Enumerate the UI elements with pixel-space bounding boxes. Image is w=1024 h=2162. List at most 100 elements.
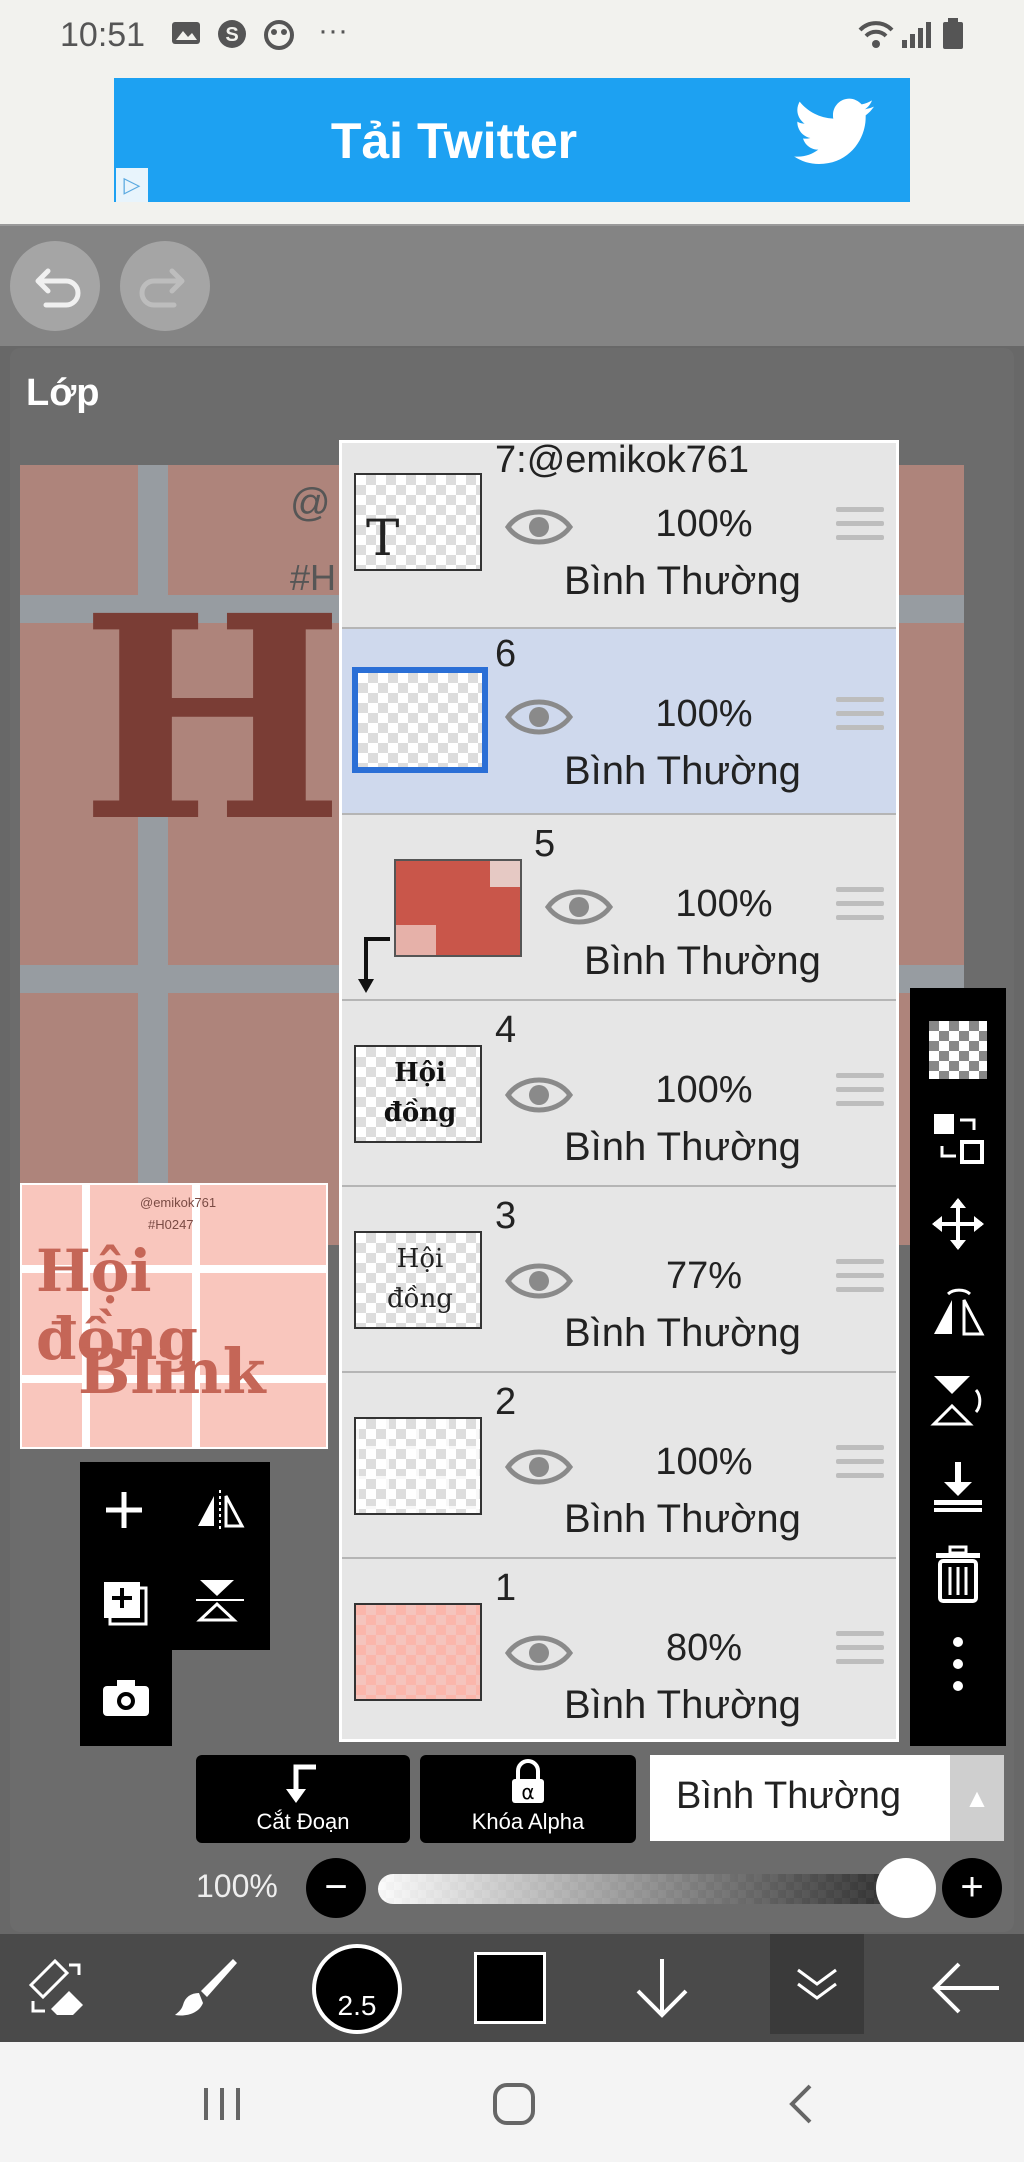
blend-mode-value: Bình Thường [676,1775,902,1817]
left-tools [80,1462,270,1650]
left-tools-camera [80,1650,172,1746]
camera-icon[interactable] [86,1658,166,1738]
layer-row-1[interactable]: 1 80% Bình Thường [342,1559,896,1739]
layer-opacity: 100% [655,503,753,545]
signal-icon [900,18,932,58]
layer-opacity: 100% [655,1069,753,1111]
layer-opacity: 100% [675,883,773,925]
layer-blend-mode: Bình Thường [564,1683,801,1727]
layers-list: T 7:@emikok761 100% Bình Thường 6 100% B… [339,440,899,1742]
image-notification-icon [170,18,202,56]
drag-handle-icon[interactable] [836,1259,884,1299]
layer-thumbnail [354,1603,482,1701]
visibility-eye-icon[interactable] [504,1073,574,1117]
layer-thumbnail: Hội đồng Blink [354,1231,482,1329]
alpha-lock-button[interactable]: α Khóa Alpha [420,1755,636,1843]
skype-notification-icon: S [216,18,248,58]
opacity-plus-button[interactable]: + [942,1858,1002,1918]
clipping-arrow-icon [358,937,390,993]
twitter-ad-banner[interactable]: Tải Twitter ▷ [114,78,910,202]
layer-row-5[interactable]: 5 100% Bình Thường [342,815,896,1001]
drag-handle-icon[interactable] [836,697,884,737]
visibility-eye-icon[interactable] [504,505,574,549]
flip-horizontal-button[interactable] [180,1470,260,1550]
thumb-title-line2: Blink [78,1335,266,1408]
brush-size-indicator[interactable]: 2.5 [312,1944,402,2034]
canvas-handle-text: @ [290,481,331,525]
brush-icon[interactable] [166,1948,246,2028]
layer-number: 7:@emikok761 [495,440,750,481]
layer-row-4[interactable]: Hội đồng Blink 4 100% Bình Thường [342,1001,896,1187]
status-time: 10:51 [60,16,146,54]
color-swatch[interactable] [474,1952,546,2024]
ad-container: Tải Twitter ▷ [0,78,1024,226]
layer-row-6[interactable]: 6 100% Bình Thường [342,629,896,815]
move-icon[interactable] [922,1188,994,1260]
ad-text: Tải Twitter [330,113,578,169]
opacity-slider[interactable] [378,1874,918,1904]
visibility-eye-icon[interactable] [504,1259,574,1303]
flip-vertical-icon[interactable] [922,1364,994,1436]
transparency-checker-icon[interactable] [922,1014,994,1086]
home-icon[interactable] [492,2082,536,2131]
clipping-icon [286,1764,316,1803]
layer-menu-button[interactable] [770,1934,864,2034]
drag-handle-icon[interactable] [836,507,884,547]
layer-number: 1 [495,1567,517,1609]
clipping-button[interactable]: Cắt Đoạn [196,1755,410,1843]
opacity-slider-knob[interactable] [876,1858,936,1918]
svg-text:S: S [225,24,238,46]
twitter-bird-icon [794,96,874,173]
undo-button[interactable] [10,241,100,331]
flip-vertical-button[interactable] [180,1562,260,1642]
visibility-eye-icon[interactable] [504,1445,574,1489]
trash-icon[interactable] [922,1538,994,1610]
panel-title: Lớp [26,372,100,414]
add-layer-button[interactable] [84,1470,164,1550]
more-options-icon[interactable] [922,1628,994,1700]
clipping-label: Cắt Đoạn [256,1809,350,1834]
blend-mode-select[interactable]: Bình Thường ▲ [650,1755,1004,1841]
adchoices-icon[interactable]: ▷ [116,168,148,202]
back-arrow-icon[interactable] [926,1948,1006,2028]
flip-horizontal-icon[interactable] [922,1276,994,1348]
battery-icon [942,18,964,58]
top-header [0,226,1024,346]
thumb-hashtag: #H0247 [148,1217,194,1232]
drag-handle-icon[interactable] [836,887,884,927]
layer-blend-mode: Bình Thường [564,559,801,603]
app-notification-icon [262,18,296,58]
swap-layer-icon[interactable] [922,1102,994,1174]
drag-handle-icon[interactable] [836,1631,884,1671]
wifi-icon [856,18,896,58]
opacity-minus-button[interactable]: − [306,1858,366,1918]
layer-opacity: 100% [655,1441,753,1483]
arrow-down-icon[interactable] [622,1948,702,2028]
svg-text:α: α [521,1780,534,1804]
more-notifications-icon: ··· [318,14,348,47]
alpha-lock-label: Khóa Alpha [471,1809,585,1834]
layer-row-7[interactable]: T 7:@emikok761 100% Bình Thường [342,443,896,629]
layer-opacity: 80% [665,1627,743,1669]
lock-icon: α [512,1759,544,1804]
layer-opacity: 100% [655,693,753,735]
back-icon[interactable] [786,2082,816,2131]
layer-blend-mode: Bình Thường [564,749,801,793]
layer-blend-mode: Bình Thường [564,1497,801,1541]
layer-row-2[interactable]: 2 100% Bình Thường [342,1373,896,1559]
layer-row-3[interactable]: Hội đồng Blink 3 77% Bình Thường [342,1187,896,1373]
layer-thumbnail: Hội đồng Blink [354,1045,482,1143]
visibility-eye-icon[interactable] [504,1631,574,1675]
merge-down-icon[interactable] [922,1450,994,1522]
layer-number: 5 [534,823,556,865]
add-layer-from-image-button[interactable] [84,1562,164,1642]
drag-handle-icon[interactable] [836,1445,884,1485]
recent-apps-icon[interactable] [198,2084,248,2129]
drag-handle-icon[interactable] [836,1073,884,1113]
visibility-eye-icon[interactable] [544,885,614,929]
canvas-thumbnail[interactable]: @emikok761 #H0247 Hội đồng Blink [20,1183,328,1449]
opacity-label: 100% [196,1868,278,1904]
visibility-eye-icon[interactable] [504,695,574,739]
eraser-toggle-icon[interactable] [18,1948,98,2028]
redo-button[interactable] [120,241,210,331]
